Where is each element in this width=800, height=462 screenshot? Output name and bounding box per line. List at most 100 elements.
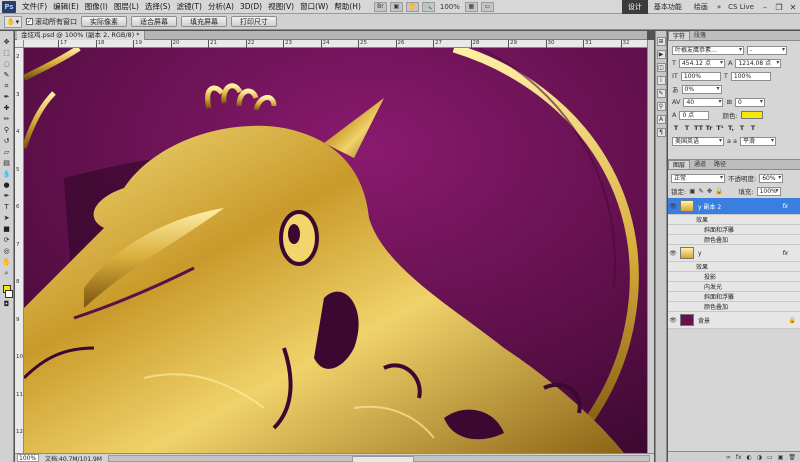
add-style-icon[interactable]: fx <box>736 454 742 461</box>
menu-layer[interactable]: 图层(L) <box>111 1 142 12</box>
path-select-tool-icon[interactable]: ➤ <box>1 213 12 223</box>
add-mask-icon[interactable]: ◐ <box>747 454 752 461</box>
eye-icon[interactable]: 👁 <box>668 317 678 324</box>
workspace-painting[interactable]: 绘画 <box>688 0 714 14</box>
fill-screen-button[interactable]: 填充屏幕 <box>181 16 227 27</box>
brush-panel-icon[interactable]: ✎ <box>656 89 666 98</box>
font-style-select[interactable]: - <box>747 45 787 55</box>
menu-3d[interactable]: 3D(D) <box>237 2 265 11</box>
type-tool-icon[interactable]: T <box>1 202 12 212</box>
lasso-tool-icon[interactable]: ◌ <box>1 59 12 69</box>
leading-field[interactable]: 1214.08 点 <box>735 58 782 68</box>
info-panel-icon[interactable]: i <box>656 76 666 85</box>
tracking-field[interactable]: 0% <box>681 84 722 94</box>
navigator-panel-icon[interactable]: ◫ <box>656 63 666 72</box>
shape-tool-icon[interactable]: ■ <box>1 224 12 234</box>
delete-layer-icon[interactable]: 🗑 <box>788 454 796 461</box>
new-layer-icon[interactable]: ▣ <box>778 454 784 461</box>
mini-bridge-icon[interactable]: ▣ <box>389 1 403 12</box>
scroll-all-windows-checkbox[interactable]: ✓ 滚动所有窗口 <box>26 17 77 27</box>
quick-select-tool-icon[interactable]: ✎ <box>1 70 12 80</box>
text-color-swatch[interactable] <box>740 111 763 119</box>
document-tab[interactable]: 金炫鸡.psd @ 100% (副本 2, RGB/8) * <box>17 31 145 40</box>
tab-character[interactable]: 字符 <box>668 31 691 40</box>
menu-view[interactable]: 视图(V) <box>265 1 297 12</box>
menu-help[interactable]: 帮助(H) <box>331 1 364 12</box>
lock-all-icon[interactable]: 🔒 <box>715 187 723 195</box>
layer-effect-bevel[interactable]: 斜面和浮雕 <box>668 225 800 235</box>
paragraph-panel-icon[interactable]: ¶ <box>656 128 666 137</box>
hand-icon[interactable]: ✋ <box>405 1 419 12</box>
healing-tool-icon[interactable]: ✚ <box>1 103 12 113</box>
ruler-vertical[interactable]: 2 3 4 5 6 7 8 9 10 11 12 <box>15 48 24 453</box>
3d-rotate-tool-icon[interactable]: ⟳ <box>1 235 12 245</box>
menu-window[interactable]: 窗口(W) <box>297 1 331 12</box>
layer-effect-bevel[interactable]: 斜面和浮雕 <box>668 292 800 302</box>
document-canvas[interactable] <box>24 48 647 453</box>
layer-row-y[interactable]: 👁 y fx <box>668 245 800 262</box>
minimize-icon[interactable]: – <box>758 0 772 14</box>
horizontal-scale-field[interactable]: 100% <box>730 71 771 81</box>
eraser-tool-icon[interactable]: ▱ <box>1 147 12 157</box>
menu-analysis[interactable]: 分析(A) <box>205 1 237 12</box>
antialias-select[interactable]: 平滑 <box>740 136 777 146</box>
horizontal-scrollbar[interactable] <box>107 454 650 462</box>
close-icon[interactable]: ✕ <box>786 0 800 14</box>
gradient-tool-icon[interactable]: ▤ <box>1 158 12 168</box>
zoom-level-select[interactable]: 100% <box>438 3 462 11</box>
marquee-tool-icon[interactable]: ⬚ <box>1 48 12 58</box>
workspace-more[interactable]: » <box>714 3 724 11</box>
fx-icon[interactable]: fx <box>782 203 788 210</box>
print-size-button[interactable]: 打印尺寸 <box>231 16 277 27</box>
cs-live-button[interactable]: CS Live <box>724 3 758 11</box>
underline-button[interactable]: T <box>738 124 746 132</box>
small-caps-button[interactable]: Tr <box>705 124 713 132</box>
superscript-button[interactable]: T¹ <box>716 124 724 132</box>
font-family-select[interactable]: 叶根友鹰恭素... <box>672 45 744 55</box>
character-panel-icon[interactable]: A <box>656 115 666 124</box>
fit-screen-button[interactable]: 适合屏幕 <box>131 16 177 27</box>
actual-pixels-button[interactable]: 实际像素 <box>81 16 127 27</box>
actions-panel-icon[interactable]: ▶ <box>656 50 666 59</box>
tab-paths[interactable]: 路径 <box>710 160 730 169</box>
blend-mode-select[interactable]: 正常 <box>671 173 725 183</box>
kerning-field[interactable]: 40 <box>683 97 724 107</box>
menu-image[interactable]: 图像(I) <box>82 1 111 12</box>
vertical-scale-field[interactable]: 100% <box>680 71 721 81</box>
brush-tool-icon[interactable]: ✏ <box>1 114 12 124</box>
layer-effects-row[interactable]: 效果 <box>668 215 800 225</box>
zoom-icon[interactable]: 🔍 <box>421 1 435 12</box>
move-tool-icon[interactable]: ✥ <box>1 37 12 47</box>
restore-icon[interactable]: ❐ <box>772 0 786 14</box>
vertical-scrollbar[interactable] <box>647 40 654 453</box>
lock-position-icon[interactable]: ✥ <box>707 187 712 195</box>
faux-italic-button[interactable]: T <box>683 124 691 132</box>
status-zoom-field[interactable]: 100% <box>17 454 39 462</box>
stamp-tool-icon[interactable]: ⚲ <box>1 125 12 135</box>
menu-edit[interactable]: 编辑(E) <box>50 1 82 12</box>
lock-image-icon[interactable]: ✎ <box>698 187 703 195</box>
workspace-design[interactable]: 设计 <box>621 0 648 14</box>
new-group-icon[interactable]: ▭ <box>767 454 773 461</box>
layer-effect-inner-glow[interactable]: 内发光 <box>668 282 800 292</box>
eyedropper-tool-icon[interactable]: ✒ <box>1 92 12 102</box>
layer-effect-drop-shadow[interactable]: 投影 <box>668 272 800 282</box>
zoom-tool-icon[interactable]: ⌕ <box>1 268 12 278</box>
history-brush-icon[interactable]: ↺ <box>1 136 12 146</box>
menu-select[interactable]: 选择(S) <box>142 1 174 12</box>
subscript-button[interactable]: T, <box>727 124 735 132</box>
eye-icon[interactable]: 👁 <box>668 203 678 210</box>
arrange-icon[interactable]: ▦ <box>464 1 478 12</box>
baseline-shift-field[interactable]: 0 点 <box>679 110 710 120</box>
tool-preset-picker[interactable]: ✋▾ <box>4 15 22 28</box>
layer-effect-color-overlay[interactable]: 颜色叠加 <box>668 302 800 312</box>
all-caps-button[interactable]: TT <box>694 124 703 132</box>
kerning2-field[interactable]: 0 <box>734 97 765 107</box>
workspace-essentials[interactable]: 基本功能 <box>648 0 688 14</box>
clone-source-panel-icon[interactable]: ⚲ <box>656 102 666 111</box>
adjustment-layer-icon[interactable]: ◑ <box>757 454 762 461</box>
layer-effects-row[interactable]: 效果 <box>668 262 800 272</box>
menu-filter[interactable]: 滤镜(T) <box>174 1 205 12</box>
blur-tool-icon[interactable]: 💧 <box>1 169 12 179</box>
history-panel-icon[interactable]: ⊞ <box>656 37 666 46</box>
